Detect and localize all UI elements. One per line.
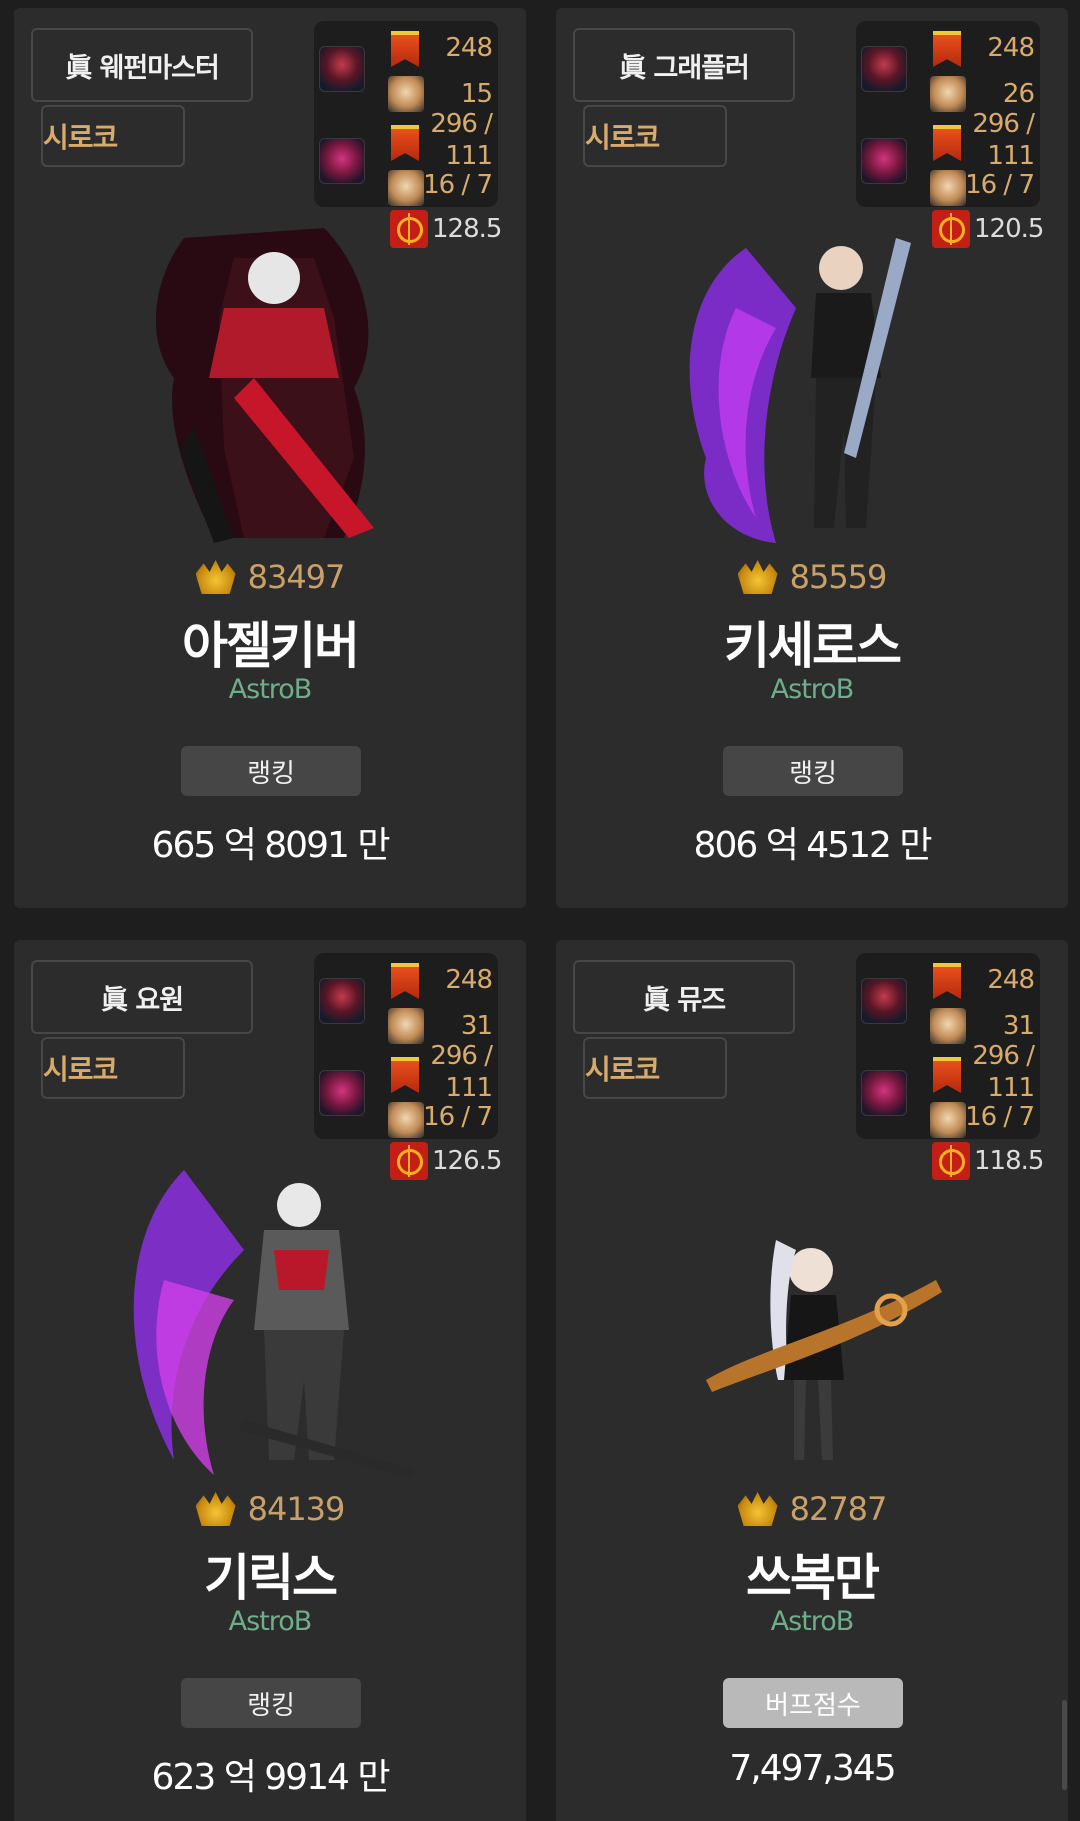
equip-stat-3: 111	[987, 141, 1035, 171]
ranking-button[interactable]: 랭킹	[181, 746, 361, 796]
equip-level: 248	[987, 33, 1035, 63]
equip-stat-1: 31	[460, 1011, 493, 1041]
server-tag: 시로코	[583, 1037, 727, 1099]
job-title-badge: 眞 요원	[31, 960, 253, 1034]
equip-stat-2: 296 /	[972, 109, 1035, 139]
adventure-name[interactable]: AstroB	[556, 1606, 1068, 1637]
fame-crown-icon	[195, 1492, 236, 1526]
adventure-name[interactable]: AstroB	[556, 674, 1068, 705]
equip-level: 248	[445, 33, 493, 63]
equip-stat-4: 16 / 7	[965, 1102, 1035, 1132]
crit-value: 128.5	[432, 214, 502, 244]
equip-stat-2: 296 /	[430, 1041, 493, 1071]
equip-stat-4: 16 / 7	[423, 170, 493, 200]
equip-stat-3: 111	[987, 1073, 1035, 1103]
title-ribbon-icon	[933, 31, 961, 67]
weapon-emblem-icon	[319, 1070, 365, 1116]
character-portrait-icon	[930, 76, 966, 112]
equipment-summary: 248 31 296 / 111 16 / 7	[856, 953, 1040, 1139]
ranking-button[interactable]: 랭킹	[181, 1678, 361, 1728]
title-ribbon-icon	[933, 125, 961, 161]
fame-row: 85559	[556, 558, 1068, 596]
buff-score-button[interactable]: 버프점수	[723, 1678, 903, 1728]
adventure-name[interactable]: AstroB	[14, 674, 526, 705]
weapon-emblem-icon	[319, 46, 365, 92]
equip-stat-2: 296 /	[972, 1041, 1035, 1071]
weapon-emblem-icon	[861, 46, 907, 92]
weapon-emblem-icon	[861, 1070, 907, 1116]
fame-crown-icon	[737, 1492, 778, 1526]
job-title-badge: 眞 웨펀마스터	[31, 28, 253, 102]
character-portrait-icon	[388, 1008, 424, 1044]
fame-value: 83497	[247, 558, 346, 596]
character-card[interactable]: 眞 그래플러 시로코 248 26 296 / 111 16 / 7 120.5	[556, 8, 1068, 908]
title-ribbon-icon	[391, 125, 419, 161]
character-sprite	[133, 1170, 414, 1478]
weapon-emblem-icon	[319, 138, 365, 184]
character-grid: 眞 웨펀마스터 시로코 248 15 296 / 111 16 / 7 128.…	[0, 0, 1080, 1821]
fame-value: 85559	[789, 558, 888, 596]
damage-score: 623 억 9914 만	[151, 1757, 391, 1798]
server-tag: 시로코	[41, 105, 185, 167]
equip-stat-4: 16 / 7	[423, 1102, 493, 1132]
weapon-emblem-icon	[861, 978, 907, 1024]
server-tag: 시로코	[41, 1037, 185, 1099]
equipment-summary: 248 31 296 / 111 16 / 7	[314, 953, 498, 1139]
character-name[interactable]: 아젤키버	[14, 606, 526, 678]
equip-stat-2: 296 /	[430, 109, 493, 139]
title-ribbon-icon	[933, 963, 961, 999]
character-name[interactable]: 기릭스	[14, 1538, 526, 1610]
crit-value: 126.5	[432, 1146, 502, 1176]
character-card[interactable]: 眞 뮤즈 시로코 248 31 296 / 111 16 / 7 118.5 8…	[556, 940, 1068, 1821]
fame-crown-icon	[737, 560, 778, 594]
crit-value: 118.5	[974, 1146, 1044, 1176]
equipment-summary: 248 15 296 / 111 16 / 7	[314, 21, 498, 207]
fame-row: 82787	[556, 1490, 1068, 1528]
equipment-summary: 248 26 296 / 111 16 / 7	[856, 21, 1040, 207]
adventure-name[interactable]: AstroB	[14, 1606, 526, 1637]
fame-row: 84139	[14, 1490, 526, 1528]
ranking-button[interactable]: 랭킹	[723, 746, 903, 796]
character-card[interactable]: 眞 요원 시로코 248 31 296 / 111 16 / 7 126.5 8…	[14, 940, 526, 1821]
buff-score: 7,497,345	[729, 1748, 896, 1789]
weapon-emblem-icon	[319, 978, 365, 1024]
title-ribbon-icon	[391, 1057, 419, 1093]
equip-stat-4: 16 / 7	[965, 170, 1035, 200]
fame-crown-icon	[195, 560, 236, 594]
character-name[interactable]: 키세로스	[556, 606, 1068, 678]
equip-stat-1: 26	[1002, 79, 1035, 109]
character-sprite	[706, 1240, 942, 1460]
character-sprite	[155, 228, 374, 543]
scrollbar[interactable]	[1062, 1700, 1067, 1790]
character-portrait-icon	[930, 1008, 966, 1044]
job-title-badge: 眞 뮤즈	[573, 960, 795, 1034]
equip-stat-3: 111	[445, 141, 493, 171]
fame-value: 84139	[247, 1490, 346, 1528]
character-card[interactable]: 眞 웨펀마스터 시로코 248 15 296 / 111 16 / 7 128.…	[14, 8, 526, 908]
fame-row: 83497	[14, 558, 526, 596]
fame-value: 82787	[789, 1490, 888, 1528]
crit-value: 120.5	[974, 214, 1044, 244]
title-ribbon-icon	[391, 963, 419, 999]
equip-level: 248	[987, 965, 1035, 995]
server-tag: 시로코	[583, 105, 727, 167]
equip-stat-1: 15	[460, 79, 493, 109]
damage-score: 806 억 4512 만	[693, 825, 933, 866]
damage-score: 665 억 8091 만	[151, 825, 391, 866]
equip-stat-1: 31	[1002, 1011, 1035, 1041]
weapon-emblem-icon	[861, 138, 907, 184]
character-portrait-icon	[388, 76, 424, 112]
equip-stat-3: 111	[445, 1073, 493, 1103]
job-title-badge: 眞 그래플러	[573, 28, 795, 102]
character-sprite	[689, 238, 911, 543]
character-name[interactable]: 쓰복만	[556, 1538, 1068, 1610]
title-ribbon-icon	[933, 1057, 961, 1093]
title-ribbon-icon	[391, 31, 419, 67]
equip-level: 248	[445, 965, 493, 995]
